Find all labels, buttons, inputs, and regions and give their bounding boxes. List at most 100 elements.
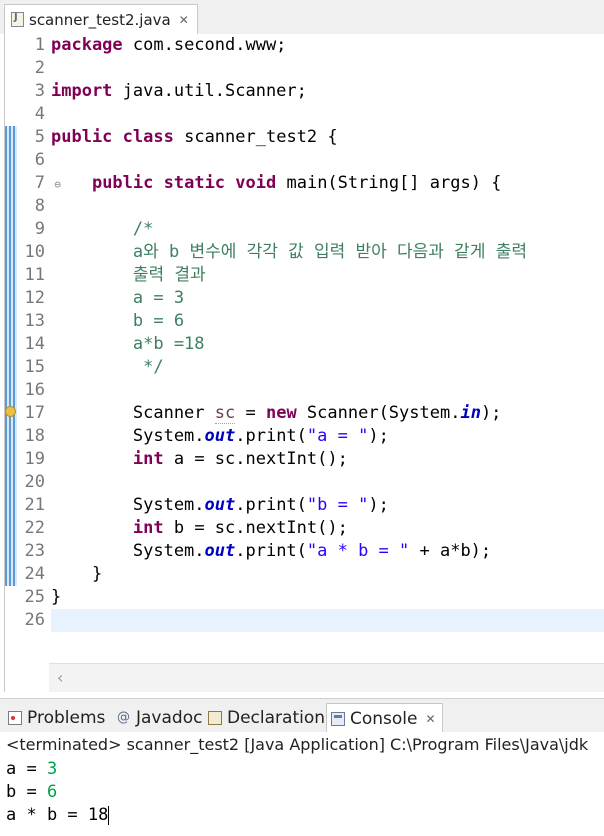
code-text: .print( [235,495,307,515]
code-line-19: int a = sc.nextInt(); [51,448,604,471]
line-number: 12 [24,288,45,308]
line-number-gutter: 1 2 3 4 5 6 7 ⊖ 8 9 10 11 12 13 14 15 16 … [5,34,61,632]
code-text: b = sc.nextInt(); [163,518,348,538]
line-number: 5 [34,127,45,147]
code-text: ); [480,403,502,423]
change-ruler [5,126,17,586]
code-line-12: a = 3 [51,288,185,308]
code-line-14: a*b =18 [51,334,205,354]
static-field: out [204,495,236,515]
chevron-left-icon[interactable]: ‹ [57,668,63,687]
line-number: 19 [24,449,45,469]
code-text: System. [51,426,205,446]
code-text: a = sc.nextInt(); [163,449,348,469]
code-line-10: a와 b 변수에 각각 값 입력 받아 다음과 같게 출력 [51,242,527,262]
line-number: 1 [34,35,45,55]
code-line-21: System.out.print("b = "); [51,494,604,517]
console-output[interactable]: a = 3 b = 6 a * b = 18 [0,758,604,836]
string-literal: "a * b = " [306,541,410,561]
line-number: 2 [34,58,45,78]
tab-label: Javadoc [136,708,203,728]
line-number: 11 [24,265,45,285]
console-input-value: 3 [46,759,58,779]
code-line-22: int b = sc.nextInt(); [51,517,604,540]
keyword: public [51,127,113,147]
editor-tab-bar: scanner_test2.java ✕ [0,0,604,34]
horizontal-scrollbar[interactable]: ‹ [49,663,604,692]
console-line: a * b = 18 [6,804,604,827]
java-file-icon [11,12,24,27]
close-icon[interactable]: ✕ [179,13,189,27]
warning-icon[interactable] [5,406,16,417]
line-number: 9 [34,219,45,239]
tab-declaration[interactable]: Declaration [208,703,325,733]
tab-problems[interactable]: Problems [8,703,105,733]
code-text: Scanner(System. [296,403,461,423]
code-text: System. [51,541,205,561]
code-text: Scanner [51,403,215,423]
code-line-3: import java.util.Scanner; [51,80,604,103]
code-line-13: b = 6 [51,311,185,331]
editor-tab-title: scanner_test2.java [29,10,171,29]
code-text: main(String[] args) { [276,173,502,193]
keyword: public [91,173,154,193]
static-field: out [204,541,236,561]
code-text: .print( [235,426,307,446]
line-number-17: 17 [5,402,49,425]
code-line-5: public class scanner_test2 { [51,126,604,149]
line-number: 4 [34,104,45,124]
tab-label: Declaration [227,708,326,728]
code-line-25: } [51,587,62,607]
line-number: 26 [24,610,45,630]
code-line-1: package com.second.www; [51,34,604,57]
console-prompt: b = [6,782,47,802]
code-editor[interactable]: 1 2 3 4 5 6 7 ⊖ 8 9 10 11 12 13 14 15 16 … [4,34,604,692]
editor-tab-scanner-test2[interactable]: scanner_test2.java ✕ [4,4,198,34]
close-icon[interactable]: ✕ [426,712,436,726]
keyword: void [235,173,277,193]
code-text: ); [368,426,389,446]
tab-javadoc[interactable]: @ Javadoc [117,703,202,733]
keyword: static [163,173,226,193]
code-line-24: } [51,564,103,584]
string-literal: "a = " [306,426,369,446]
code-text: ); [368,495,389,515]
keyword: class [122,127,174,147]
keyword: package [51,35,123,55]
line-number: 6 [34,150,45,170]
code-text: = [235,403,266,423]
code-line-7: public static void main(String[] args) { [51,172,604,195]
keyword: new [265,403,297,423]
code-line-11: 출력 결과 [51,265,206,285]
line-number: 25 [24,587,45,607]
code-line-23: System.out.print("a * b = " + a*b); [51,540,604,563]
text-caret [108,805,110,825]
code-line-15: */ [51,357,164,377]
console-input-value: 6 [46,782,58,802]
console-result: a * b = 18 [6,805,109,825]
problems-icon [8,711,22,725]
line-number: 15 [24,357,45,377]
keyword: int [132,449,164,469]
code-text: com.second.www; [122,35,287,55]
line-number: 20 [24,472,45,492]
panel-tab-bar: Problems @ Javadoc Declaration Console ✕ [0,698,604,733]
code-line-26-current[interactable] [51,609,604,632]
line-number: 10 [24,242,45,262]
code-area[interactable]: package com.second.www; import java.util… [51,34,604,632]
code-text: java.util.Scanner; [112,81,307,101]
tab-console[interactable]: Console ✕ [326,703,443,733]
line-number: 14 [24,334,45,354]
line-number-7: 7 ⊖ [17,172,61,195]
line-number: 8 [34,196,45,216]
code-text: scanner_test2 { [173,127,338,147]
line-number: 13 [24,311,45,331]
code-text: System. [51,495,205,515]
